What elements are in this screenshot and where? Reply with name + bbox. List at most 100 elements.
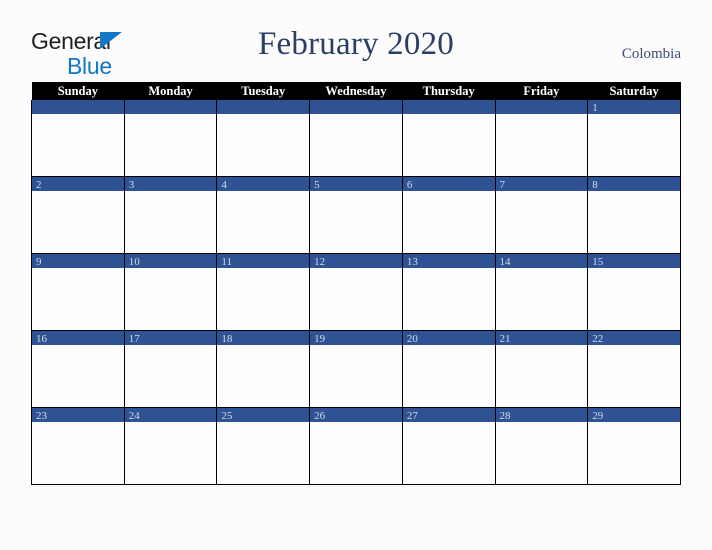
day-cell-inner [217, 100, 310, 176]
day-number-band: 14 [495, 254, 588, 268]
day-number-band: 3 [124, 177, 217, 191]
day-note-area[interactable] [124, 191, 217, 253]
day-number: 18 [221, 333, 233, 345]
day-note-area[interactable] [124, 422, 217, 484]
day-note-area[interactable] [32, 345, 124, 407]
day-note-area[interactable] [495, 268, 588, 330]
day-number: 3 [128, 179, 135, 191]
calendar-week-row: 9 10 11 12 13 14 15 [31, 253, 681, 331]
day-note-area[interactable] [32, 191, 124, 253]
calendar-day-cell[interactable]: 27 [401, 407, 496, 485]
day-cell-inner: 7 [495, 177, 588, 253]
day-note-area[interactable] [217, 114, 310, 176]
day-number-band: 9 [32, 254, 124, 268]
day-number-band: 15 [588, 254, 680, 268]
calendar-day-cell[interactable]: 17 [123, 330, 218, 408]
day-number-band: 21 [495, 331, 588, 345]
calendar-day-cell[interactable]: 18 [216, 330, 311, 408]
day-note-area[interactable] [310, 191, 402, 253]
day-note-area[interactable] [495, 345, 588, 407]
day-note-area[interactable] [588, 268, 680, 330]
day-note-area[interactable] [402, 114, 495, 176]
day-number: 21 [499, 333, 511, 345]
day-cell-inner: 21 [495, 331, 588, 407]
day-number-band: 28 [495, 408, 588, 422]
day-note-area[interactable] [217, 191, 310, 253]
day-number-band: 4 [217, 177, 310, 191]
calendar-day-cell[interactable]: 28 [494, 407, 589, 485]
day-note-area[interactable] [588, 422, 680, 484]
calendar-day-cell[interactable]: 5 [309, 176, 403, 254]
day-note-area[interactable] [32, 422, 124, 484]
calendar-day-cell[interactable]: 21 [494, 330, 589, 408]
day-cell-inner: 29 [588, 408, 680, 484]
calendar-day-cell[interactable]: 10 [123, 253, 218, 331]
calendar-day-cell[interactable] [216, 100, 311, 177]
day-note-area[interactable] [495, 191, 588, 253]
calendar-day-cell[interactable]: 4 [216, 176, 311, 254]
calendar-day-cell[interactable]: 2 [31, 176, 125, 254]
calendar-day-cell[interactable]: 24 [123, 407, 218, 485]
day-note-area[interactable] [402, 268, 495, 330]
calendar-day-cell[interactable]: 11 [216, 253, 311, 331]
day-number: 9 [36, 256, 42, 268]
day-note-area[interactable] [588, 191, 680, 253]
calendar-day-cell[interactable]: 7 [494, 176, 589, 254]
calendar-day-cell[interactable]: 26 [309, 407, 403, 485]
day-number-band: 22 [588, 331, 680, 345]
day-cell-inner: 5 [310, 177, 402, 253]
calendar-day-cell[interactable]: 20 [401, 330, 496, 408]
day-cell-inner [495, 100, 588, 176]
day-note-area[interactable] [217, 345, 310, 407]
day-note-area[interactable] [310, 422, 402, 484]
day-number-band: 24 [124, 408, 217, 422]
day-number: 16 [36, 333, 47, 345]
calendar-day-cell[interactable]: 1 [587, 100, 681, 177]
calendar-day-cell[interactable]: 9 [31, 253, 125, 331]
day-cell-inner: 2 [32, 177, 124, 253]
day-note-area[interactable] [495, 114, 588, 176]
calendar-day-cell[interactable]: 16 [31, 330, 125, 408]
calendar-day-cell[interactable]: 14 [494, 253, 589, 331]
calendar-day-cell[interactable] [401, 100, 496, 177]
day-note-area[interactable] [310, 114, 402, 176]
day-note-area[interactable] [124, 114, 217, 176]
day-note-area[interactable] [32, 114, 124, 176]
day-cell-inner: 12 [310, 254, 402, 330]
day-note-area[interactable] [495, 422, 588, 484]
day-number-band: 12 [310, 254, 402, 268]
day-note-area[interactable] [402, 191, 495, 253]
day-note-area[interactable] [310, 345, 402, 407]
day-cell-inner: 15 [588, 254, 680, 330]
day-note-area[interactable] [402, 422, 495, 484]
calendar-day-cell[interactable]: 29 [587, 407, 681, 485]
day-note-area[interactable] [32, 268, 124, 330]
day-note-area[interactable] [124, 268, 217, 330]
calendar-day-cell[interactable]: 13 [401, 253, 496, 331]
day-note-area[interactable] [588, 114, 680, 176]
weekday-header-thursday: Thursday [402, 82, 496, 100]
day-note-area[interactable] [402, 345, 495, 407]
calendar-day-cell[interactable]: 12 [309, 253, 403, 331]
calendar-day-cell[interactable]: 8 [587, 176, 681, 254]
calendar-day-cell[interactable]: 19 [309, 330, 403, 408]
calendar-day-cell[interactable]: 15 [587, 253, 681, 331]
calendar-day-cell[interactable]: 6 [401, 176, 496, 254]
calendar-day-cell[interactable] [31, 100, 125, 177]
day-note-area[interactable] [124, 345, 217, 407]
day-note-area[interactable] [217, 268, 310, 330]
day-note-area[interactable] [217, 422, 310, 484]
day-number: 20 [406, 333, 418, 345]
calendar-day-cell[interactable]: 23 [31, 407, 125, 485]
calendar-day-cell[interactable]: 25 [216, 407, 311, 485]
day-note-area[interactable] [310, 268, 402, 330]
calendar-day-cell[interactable]: 3 [123, 176, 218, 254]
calendar-day-cell[interactable] [309, 100, 403, 177]
day-number-band: 8 [588, 177, 680, 191]
calendar-day-cell[interactable] [123, 100, 218, 177]
calendar-day-cell[interactable]: 22 [587, 330, 681, 408]
day-number: 17 [128, 333, 140, 345]
day-note-area[interactable] [588, 345, 680, 407]
calendar-body: 1 2 3 4 5 6 7 8 9 10 11 12 13 14 15 16 17 18 19 20 21 22 23 24 2… [31, 100, 681, 485]
calendar-day-cell[interactable] [494, 100, 589, 177]
